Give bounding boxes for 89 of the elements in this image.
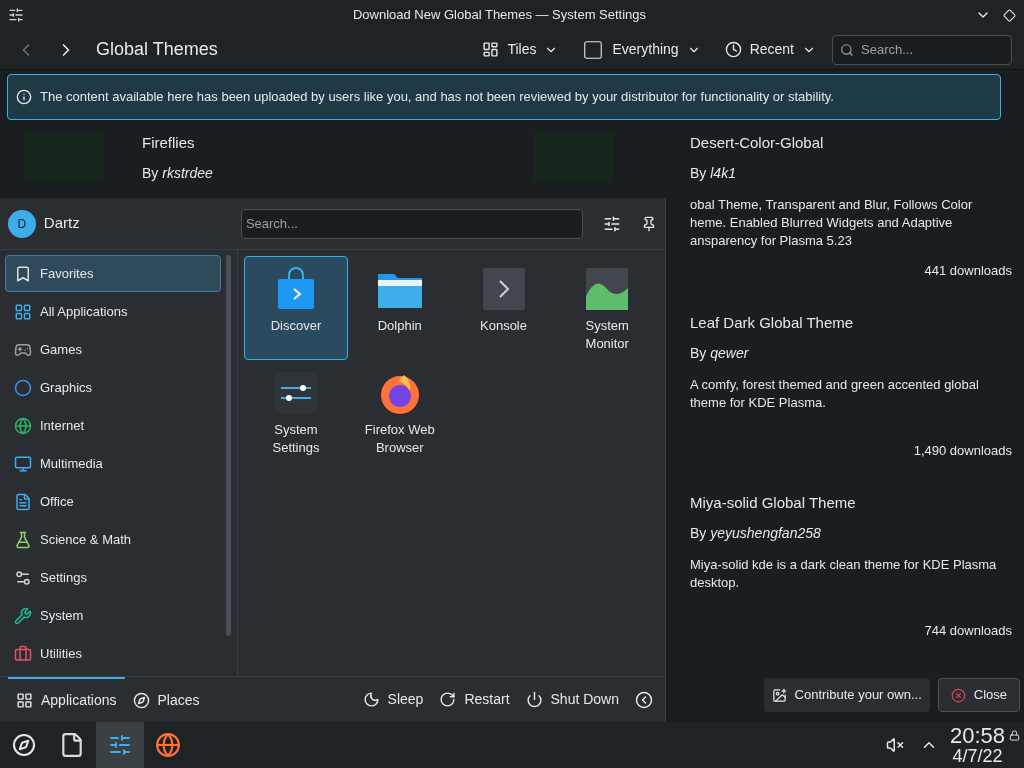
theme-description: Miya-solid kde is a dark clean theme for KDE Plasma desktop.: [690, 555, 998, 592]
user-name: Dartz: [43, 213, 81, 234]
globe-icon: [14, 416, 32, 435]
view-dropdown[interactable]: Tiles: [474, 39, 567, 60]
power-button[interactable]: Sleep: [354, 689, 432, 710]
search-field[interactable]: Search...: [240, 208, 584, 239]
document-icon: [14, 492, 32, 511]
category-item[interactable]: Science & Math: [5, 521, 221, 558]
category-item[interactable]: Utilities: [5, 635, 221, 672]
square-icon: [582, 38, 605, 61]
bookmark-icon: [14, 264, 32, 283]
theme-title: Fireflies: [142, 133, 196, 153]
sliders-icon: [275, 372, 317, 414]
search-icon: [840, 42, 854, 57]
monitor-icon: [14, 454, 32, 473]
moon-icon: [362, 691, 380, 708]
clock-date: 4/7/22: [952, 747, 1003, 765]
power-button[interactable]: Restart: [431, 689, 518, 710]
category-item[interactable]: System: [5, 597, 221, 634]
power-icon: [525, 691, 543, 708]
search-field[interactable]: Search...: [832, 34, 1012, 65]
app-tile[interactable]: System Settings: [244, 360, 348, 464]
diamond-icon: [1003, 8, 1016, 22]
theme-description: A comfy, forest themed and green accented global theme for KDE Plasma.: [690, 375, 980, 412]
toolbox-icon: [14, 644, 32, 663]
app-tile[interactable]: Discover: [244, 256, 348, 360]
muted-speaker-icon[interactable]: [885, 736, 904, 754]
category-item[interactable]: Favorites: [5, 255, 221, 292]
app-tile[interactable]: System Monitor: [555, 256, 660, 360]
tiles-icon: [482, 41, 500, 58]
theme-title: Miya-solid Global Theme: [690, 493, 857, 513]
sliders-icon: [14, 568, 32, 587]
sort-dropdown[interactable]: Recent: [716, 39, 824, 60]
scrollbar[interactable]: [226, 255, 231, 636]
flask-icon: [14, 530, 32, 549]
category-item[interactable]: Graphics: [5, 369, 221, 406]
launcher-tab[interactable]: Places: [124, 676, 208, 723]
category-item[interactable]: Office: [5, 483, 221, 520]
terminal-icon: [482, 268, 525, 310]
info-icon: [16, 89, 32, 105]
theme-author: By yeyushengfan258: [690, 523, 822, 543]
app-tile[interactable]: Dolphin: [347, 256, 452, 360]
app-tile[interactable]: Konsole: [451, 256, 556, 360]
category-item[interactable]: Settings: [5, 559, 221, 596]
launcher-icon: [12, 733, 36, 757]
pin-icon[interactable]: [641, 215, 657, 232]
file-icon: [59, 732, 85, 758]
circle-icon: [14, 378, 32, 397]
user-avatar[interactable]: D: [8, 209, 36, 238]
window-title: Download New Global Themes — System Settings: [351, 6, 648, 25]
theme-author: By rkstrdee: [142, 163, 214, 183]
launcher-tab[interactable]: Applications: [8, 676, 125, 723]
compass-icon: [132, 692, 150, 709]
app-icon: [8, 7, 24, 23]
wrench-icon: [14, 606, 32, 625]
download-count: 1,490 downloads: [913, 441, 1012, 460]
more-options-icon[interactable]: [635, 690, 653, 709]
banner-text: The content available here has been uploaded by users like you, and has not been reviewed by your distributor for functionality or stability.: [40, 88, 834, 107]
category-item[interactable]: All Applications: [5, 293, 221, 330]
area-chart-icon: [586, 268, 629, 310]
shopping-bag-icon: [276, 267, 316, 311]
theme-author: By qewer: [690, 343, 750, 363]
theme-author: By l4k1: [690, 163, 737, 183]
page-title: Global Themes: [96, 38, 218, 61]
theme-description: obal Theme, Transparent and Blur, Follows Color heme. Enabled Blurred Widgets and Adaptive ansparency for Plasma 5.23: [690, 195, 974, 250]
restart-icon: [439, 691, 457, 708]
contribute-button[interactable]: Contribute your own...: [763, 678, 930, 712]
category-item[interactable]: Internet: [5, 407, 221, 444]
globe-icon: [155, 732, 181, 758]
keep-above-button[interactable]: [1003, 8, 1016, 22]
image-icon: [771, 687, 787, 703]
theme-title: Desert-Color-Global: [690, 133, 825, 153]
sliders-icon: [108, 733, 132, 757]
grid-icon: [14, 302, 32, 321]
grid-icon: [16, 692, 33, 709]
clock-time: 20:58: [949, 725, 1005, 747]
download-count: 744 downloads: [924, 621, 1012, 640]
clock-icon: [724, 41, 742, 58]
category-item[interactable]: Multimedia: [5, 445, 221, 482]
close-button[interactable]: Close: [937, 678, 1020, 712]
configure-icon[interactable]: [603, 214, 622, 233]
lock-icon[interactable]: [1009, 730, 1020, 741]
close-icon: [950, 687, 966, 703]
power-button[interactable]: Shut Down: [517, 689, 627, 710]
download-count: 441 downloads: [924, 261, 1012, 280]
filter-dropdown[interactable]: Everything: [574, 38, 709, 61]
category-item[interactable]: Games: [5, 331, 221, 368]
app-tile[interactable]: Firefox Web Browser: [347, 360, 452, 464]
theme-title: Leaf Dark Global Theme: [690, 313, 855, 333]
